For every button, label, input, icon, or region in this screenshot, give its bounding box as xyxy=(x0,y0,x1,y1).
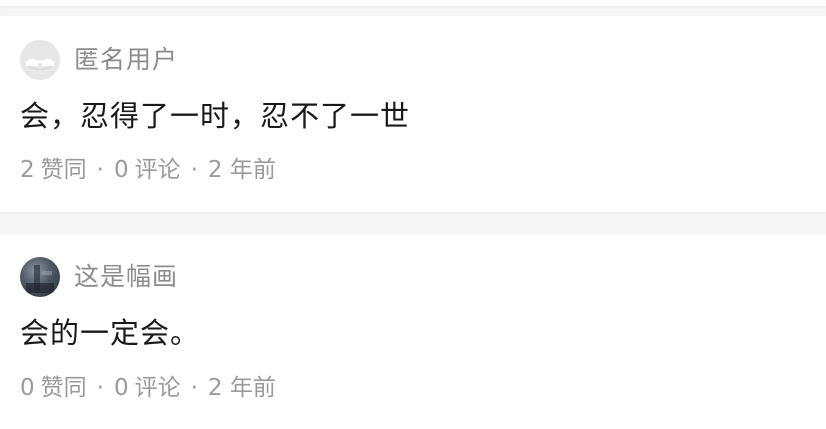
vote-label: 赞同 xyxy=(40,375,87,401)
comment-number: 0 xyxy=(113,157,129,183)
anonymous-avatar-icon[interactable] xyxy=(20,40,60,80)
separator-dot: · xyxy=(96,157,104,183)
author-info[interactable]: 匿名用户 xyxy=(20,40,178,80)
answer-meta: 2 赞同 · 0 评论 · 2 年前 xyxy=(20,154,276,186)
previous-card-edge xyxy=(0,0,826,6)
answer-content[interactable]: 会的一定会。 xyxy=(20,313,200,353)
separator-dot: · xyxy=(190,157,198,183)
author-info[interactable]: 这是幅画 xyxy=(20,257,178,297)
post-time: 2 年前 xyxy=(207,157,276,183)
answer-meta: 0 赞同 · 0 评论 · 2 年前 xyxy=(20,372,276,404)
author-name[interactable]: 匿名用户 xyxy=(74,40,178,80)
answer-feed: 匿名用户 会，忍得了一时，忍不了一世 2 赞同 · 0 评论 · 2 年前 这是… xyxy=(0,0,826,429)
answer-card[interactable]: 这是幅画 会的一定会。 0 赞同 · 0 评论 · 2 年前 xyxy=(0,235,826,429)
vote-label: 赞同 xyxy=(40,157,87,183)
user-photo-avatar[interactable] xyxy=(20,257,60,297)
comment-number: 0 xyxy=(113,375,129,401)
author-name[interactable]: 这是幅画 xyxy=(74,257,178,297)
vote-number: 0 xyxy=(20,375,35,401)
answer-card[interactable]: 匿名用户 会，忍得了一时，忍不了一世 2 赞同 · 0 评论 · 2 年前 xyxy=(0,16,826,212)
answer-content[interactable]: 会，忍得了一时，忍不了一世 xyxy=(20,96,410,136)
comment-label: 评论 xyxy=(134,375,181,401)
vote-number: 2 xyxy=(20,157,35,183)
comment-count[interactable]: 0 评论 xyxy=(114,372,181,404)
separator-dot: · xyxy=(96,375,104,401)
comment-count[interactable]: 0 评论 xyxy=(114,154,181,186)
separator-dot: · xyxy=(190,375,198,401)
vote-count[interactable]: 2 赞同 xyxy=(20,154,87,186)
vote-count[interactable]: 0 赞同 xyxy=(20,372,87,404)
comment-label: 评论 xyxy=(134,157,181,183)
post-time: 2 年前 xyxy=(207,375,276,401)
